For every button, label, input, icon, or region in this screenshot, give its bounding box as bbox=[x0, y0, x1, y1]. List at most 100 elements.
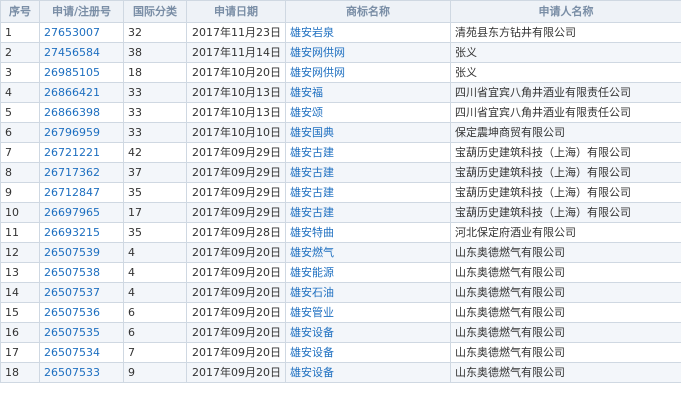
applicant-name-cell: 山东奥德燃气有限公司 bbox=[450, 242, 681, 263]
applicant-name-cell: 宝葫历史建筑科技（上海）有限公司 bbox=[450, 202, 681, 223]
serial-number-cell: 18 bbox=[0, 362, 40, 383]
table-row: 1 27653007 32 2017年11月23日 雄安岩泉 清苑县东方钻井有限公司 bbox=[0, 22, 681, 43]
application-date-cell: 2017年10月13日 bbox=[186, 82, 286, 103]
table-row: 5 26866398 33 2017年10月13日 雄安颂 四川省宜宾八角井酒业有限责任公… bbox=[0, 102, 681, 123]
table-row: 12 26507539 4 2017年09月20日 雄安燃气 山东奥德燃气有限公司 bbox=[0, 242, 681, 263]
applicant-name-cell: 山东奥德燃气有限公司 bbox=[450, 362, 681, 383]
table-row: 6 26796959 33 2017年10月10日 雄安国典 保定震坤商贸有限公司 bbox=[0, 122, 681, 143]
registration-number-link[interactable]: 26507534 bbox=[39, 342, 124, 363]
registration-number-link[interactable]: 26507535 bbox=[39, 322, 124, 343]
trademark-name-link[interactable]: 雄安特曲 bbox=[285, 222, 451, 243]
serial-number-cell: 8 bbox=[0, 162, 40, 183]
table-row: 11 26693215 35 2017年09月28日 雄安特曲 河北保定府酒业有限公司 bbox=[0, 222, 681, 243]
registration-number-link[interactable]: 26985105 bbox=[39, 62, 124, 83]
intl-class-cell: 38 bbox=[123, 42, 187, 63]
registration-number-link[interactable]: 26507533 bbox=[39, 362, 124, 383]
registration-number-link[interactable]: 26866421 bbox=[39, 82, 124, 103]
registration-number-link[interactable]: 26717362 bbox=[39, 162, 124, 183]
registration-number-link[interactable]: 26507537 bbox=[39, 282, 124, 303]
serial-number-cell: 9 bbox=[0, 182, 40, 203]
trademark-name-link[interactable]: 雄安福 bbox=[285, 82, 451, 103]
header-intl-class: 国际分类 bbox=[123, 0, 187, 23]
trademark-table: 序号 申请/注册号 国际分类 申请日期 商标名称 申请人名称 1 27653007… bbox=[0, 0, 681, 383]
trademark-name-link[interactable]: 雄安石油 bbox=[285, 282, 451, 303]
intl-class-cell: 33 bbox=[123, 122, 187, 143]
application-date-cell: 2017年09月29日 bbox=[186, 142, 286, 163]
registration-number-link[interactable]: 26712847 bbox=[39, 182, 124, 203]
application-date-cell: 2017年09月20日 bbox=[186, 322, 286, 343]
registration-number-link[interactable]: 26507536 bbox=[39, 302, 124, 323]
header-application-date: 申请日期 bbox=[186, 0, 286, 23]
intl-class-cell: 33 bbox=[123, 102, 187, 123]
intl-class-cell: 42 bbox=[123, 142, 187, 163]
application-date-cell: 2017年09月29日 bbox=[186, 182, 286, 203]
intl-class-cell: 32 bbox=[123, 22, 187, 43]
trademark-name-link[interactable]: 雄安设备 bbox=[285, 342, 451, 363]
table-row: 13 26507538 4 2017年09月20日 雄安能源 山东奥德燃气有限公司 bbox=[0, 262, 681, 283]
applicant-name-cell: 宝葫历史建筑科技（上海）有限公司 bbox=[450, 182, 681, 203]
trademark-name-link[interactable]: 雄安岩泉 bbox=[285, 22, 451, 43]
header-applicant-name: 申请人名称 bbox=[450, 0, 681, 23]
header-row: 序号 申请/注册号 国际分类 申请日期 商标名称 申请人名称 bbox=[0, 0, 681, 23]
trademark-name-link[interactable]: 雄安古建 bbox=[285, 162, 451, 183]
trademark-name-link[interactable]: 雄安设备 bbox=[285, 362, 451, 383]
application-date-cell: 2017年09月28日 bbox=[186, 222, 286, 243]
intl-class-cell: 7 bbox=[123, 342, 187, 363]
applicant-name-cell: 山东奥德燃气有限公司 bbox=[450, 282, 681, 303]
registration-number-link[interactable]: 26721221 bbox=[39, 142, 124, 163]
serial-number-cell: 17 bbox=[0, 342, 40, 363]
serial-number-cell: 6 bbox=[0, 122, 40, 143]
registration-number-link[interactable]: 26866398 bbox=[39, 102, 124, 123]
trademark-name-link[interactable]: 雄安古建 bbox=[285, 202, 451, 223]
registration-number-link[interactable]: 26693215 bbox=[39, 222, 124, 243]
application-date-cell: 2017年09月20日 bbox=[186, 342, 286, 363]
intl-class-cell: 17 bbox=[123, 202, 187, 223]
trademark-name-link[interactable]: 雄安古建 bbox=[285, 142, 451, 163]
trademark-name-link[interactable]: 雄安能源 bbox=[285, 262, 451, 283]
trademark-name-link[interactable]: 雄安网供网 bbox=[285, 62, 451, 83]
serial-number-cell: 15 bbox=[0, 302, 40, 323]
registration-number-link[interactable]: 26507538 bbox=[39, 262, 124, 283]
trademark-name-link[interactable]: 雄安古建 bbox=[285, 182, 451, 203]
table-row: 18 26507533 9 2017年09月20日 雄安设备 山东奥德燃气有限公司 bbox=[0, 362, 681, 383]
intl-class-cell: 6 bbox=[123, 302, 187, 323]
trademark-name-link[interactable]: 雄安设备 bbox=[285, 322, 451, 343]
table-row: 2 27456584 38 2017年11月14日 雄安网供网 张义 bbox=[0, 42, 681, 63]
serial-number-cell: 1 bbox=[0, 22, 40, 43]
serial-number-cell: 16 bbox=[0, 322, 40, 343]
application-date-cell: 2017年09月20日 bbox=[186, 362, 286, 383]
trademark-name-link[interactable]: 雄安管业 bbox=[285, 302, 451, 323]
table-row: 9 26712847 35 2017年09月29日 雄安古建 宝葫历史建筑科技（上海）有限… bbox=[0, 182, 681, 203]
intl-class-cell: 33 bbox=[123, 82, 187, 103]
trademark-name-link[interactable]: 雄安网供网 bbox=[285, 42, 451, 63]
intl-class-cell: 6 bbox=[123, 322, 187, 343]
table-row: 7 26721221 42 2017年09月29日 雄安古建 宝葫历史建筑科技（上海）有限… bbox=[0, 142, 681, 163]
header-serial-number: 序号 bbox=[0, 0, 40, 23]
trademark-name-link[interactable]: 雄安颂 bbox=[285, 102, 451, 123]
registration-number-link[interactable]: 27456584 bbox=[39, 42, 124, 63]
application-date-cell: 2017年09月20日 bbox=[186, 282, 286, 303]
table-row: 10 26697965 17 2017年09月29日 雄安古建 宝葫历史建筑科技（上海）有… bbox=[0, 202, 681, 223]
serial-number-cell: 11 bbox=[0, 222, 40, 243]
applicant-name-cell: 山东奥德燃气有限公司 bbox=[450, 342, 681, 363]
serial-number-cell: 7 bbox=[0, 142, 40, 163]
application-date-cell: 2017年10月20日 bbox=[186, 62, 286, 83]
table-row: 16 26507535 6 2017年09月20日 雄安设备 山东奥德燃气有限公司 bbox=[0, 322, 681, 343]
trademark-name-link[interactable]: 雄安燃气 bbox=[285, 242, 451, 263]
serial-number-cell: 4 bbox=[0, 82, 40, 103]
trademark-name-link[interactable]: 雄安国典 bbox=[285, 122, 451, 143]
applicant-name-cell: 张义 bbox=[450, 62, 681, 83]
registration-number-link[interactable]: 26697965 bbox=[39, 202, 124, 223]
application-date-cell: 2017年11月14日 bbox=[186, 42, 286, 63]
intl-class-cell: 4 bbox=[123, 242, 187, 263]
serial-number-cell: 2 bbox=[0, 42, 40, 63]
serial-number-cell: 5 bbox=[0, 102, 40, 123]
registration-number-link[interactable]: 27653007 bbox=[39, 22, 124, 43]
table-row: 8 26717362 37 2017年09月29日 雄安古建 宝葫历史建筑科技（上海）有限… bbox=[0, 162, 681, 183]
applicant-name-cell: 清苑县东方钻井有限公司 bbox=[450, 22, 681, 43]
applicant-name-cell: 山东奥德燃气有限公司 bbox=[450, 302, 681, 323]
registration-number-link[interactable]: 26796959 bbox=[39, 122, 124, 143]
table-row: 3 26985105 18 2017年10月20日 雄安网供网 张义 bbox=[0, 62, 681, 83]
registration-number-link[interactable]: 26507539 bbox=[39, 242, 124, 263]
applicant-name-cell: 山东奥德燃气有限公司 bbox=[450, 322, 681, 343]
